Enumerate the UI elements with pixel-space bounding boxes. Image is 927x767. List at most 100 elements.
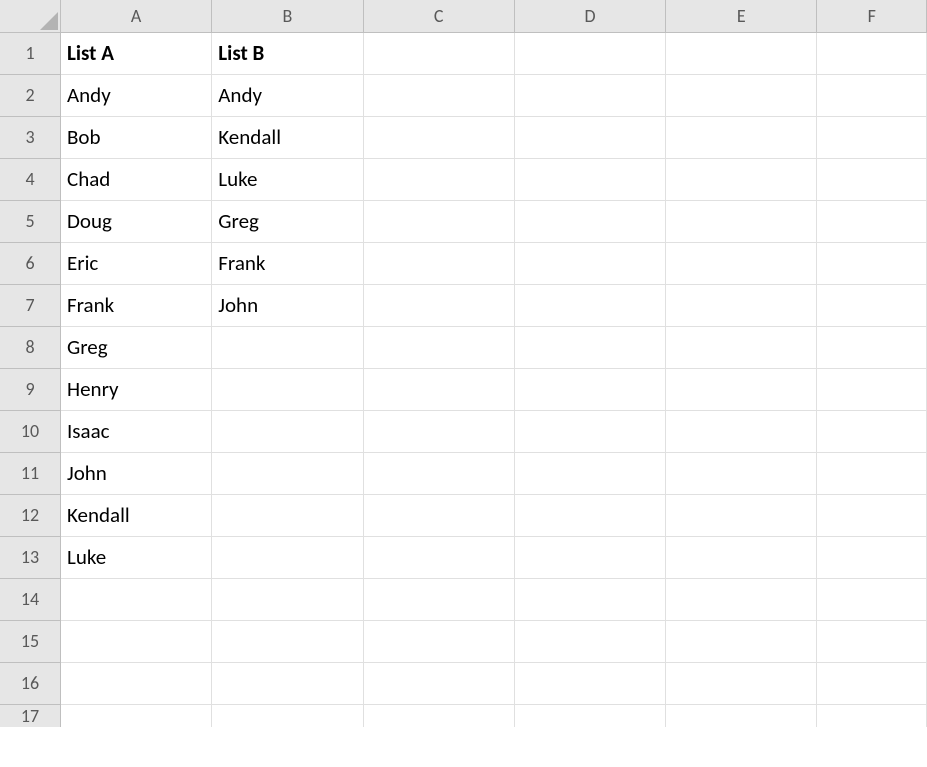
cell-E8[interactable] bbox=[666, 326, 817, 368]
col-header-B[interactable]: B bbox=[212, 0, 363, 32]
row-header-11[interactable]: 11 bbox=[0, 452, 61, 494]
cell-A4[interactable]: Chad bbox=[61, 158, 212, 200]
col-header-D[interactable]: D bbox=[514, 0, 665, 32]
select-all-corner[interactable] bbox=[0, 0, 61, 32]
row-header-3[interactable]: 3 bbox=[0, 116, 61, 158]
cell-C2[interactable] bbox=[363, 74, 514, 116]
cell-A16[interactable] bbox=[61, 662, 212, 704]
cell-F16[interactable] bbox=[817, 662, 927, 704]
col-header-F[interactable]: F bbox=[817, 0, 927, 32]
cell-F2[interactable] bbox=[817, 74, 927, 116]
cell-B4[interactable]: Luke bbox=[212, 158, 363, 200]
cell-B12[interactable] bbox=[212, 494, 363, 536]
cell-A9[interactable]: Henry bbox=[61, 368, 212, 410]
cell-C7[interactable] bbox=[363, 284, 514, 326]
row-header-12[interactable]: 12 bbox=[0, 494, 61, 536]
cell-C5[interactable] bbox=[363, 200, 514, 242]
cell-E11[interactable] bbox=[666, 452, 817, 494]
col-header-E[interactable]: E bbox=[666, 0, 817, 32]
cell-D16[interactable] bbox=[514, 662, 665, 704]
row-header-8[interactable]: 8 bbox=[0, 326, 61, 368]
cell-A6[interactable]: Eric bbox=[61, 242, 212, 284]
cell-F17[interactable] bbox=[817, 704, 927, 727]
cell-A13[interactable]: Luke bbox=[61, 536, 212, 578]
cell-C4[interactable] bbox=[363, 158, 514, 200]
cell-B15[interactable] bbox=[212, 620, 363, 662]
cell-E4[interactable] bbox=[666, 158, 817, 200]
cell-A15[interactable] bbox=[61, 620, 212, 662]
cell-D5[interactable] bbox=[514, 200, 665, 242]
cell-D3[interactable] bbox=[514, 116, 665, 158]
cell-F11[interactable] bbox=[817, 452, 927, 494]
cell-B11[interactable] bbox=[212, 452, 363, 494]
row-header-14[interactable]: 14 bbox=[0, 578, 61, 620]
cell-C16[interactable] bbox=[363, 662, 514, 704]
cell-B13[interactable] bbox=[212, 536, 363, 578]
cell-E10[interactable] bbox=[666, 410, 817, 452]
row-header-1[interactable]: 1 bbox=[0, 32, 61, 74]
cell-A1[interactable]: List A bbox=[61, 32, 212, 74]
cell-A11[interactable]: John bbox=[61, 452, 212, 494]
cell-D11[interactable] bbox=[514, 452, 665, 494]
cell-A14[interactable] bbox=[61, 578, 212, 620]
cell-D15[interactable] bbox=[514, 620, 665, 662]
cell-D1[interactable] bbox=[514, 32, 665, 74]
cell-D8[interactable] bbox=[514, 326, 665, 368]
cell-D4[interactable] bbox=[514, 158, 665, 200]
col-header-C[interactable]: C bbox=[363, 0, 514, 32]
cell-E1[interactable] bbox=[666, 32, 817, 74]
cell-C6[interactable] bbox=[363, 242, 514, 284]
row-header-16[interactable]: 16 bbox=[0, 662, 61, 704]
cell-E6[interactable] bbox=[666, 242, 817, 284]
cell-B8[interactable] bbox=[212, 326, 363, 368]
cell-F13[interactable] bbox=[817, 536, 927, 578]
cell-D14[interactable] bbox=[514, 578, 665, 620]
cell-E9[interactable] bbox=[666, 368, 817, 410]
cell-C12[interactable] bbox=[363, 494, 514, 536]
row-header-6[interactable]: 6 bbox=[0, 242, 61, 284]
row-header-2[interactable]: 2 bbox=[0, 74, 61, 116]
row-header-7[interactable]: 7 bbox=[0, 284, 61, 326]
row-header-15[interactable]: 15 bbox=[0, 620, 61, 662]
cell-C8[interactable] bbox=[363, 326, 514, 368]
cell-C10[interactable] bbox=[363, 410, 514, 452]
col-header-A[interactable]: A bbox=[61, 0, 212, 32]
cell-B16[interactable] bbox=[212, 662, 363, 704]
cell-E7[interactable] bbox=[666, 284, 817, 326]
cell-C13[interactable] bbox=[363, 536, 514, 578]
row-header-5[interactable]: 5 bbox=[0, 200, 61, 242]
cell-E15[interactable] bbox=[666, 620, 817, 662]
cell-F8[interactable] bbox=[817, 326, 927, 368]
cell-D12[interactable] bbox=[514, 494, 665, 536]
cell-B7[interactable]: John bbox=[212, 284, 363, 326]
cell-D7[interactable] bbox=[514, 284, 665, 326]
row-header-9[interactable]: 9 bbox=[0, 368, 61, 410]
cell-E16[interactable] bbox=[666, 662, 817, 704]
cell-C3[interactable] bbox=[363, 116, 514, 158]
cell-F12[interactable] bbox=[817, 494, 927, 536]
cell-A3[interactable]: Bob bbox=[61, 116, 212, 158]
cell-D10[interactable] bbox=[514, 410, 665, 452]
cell-D6[interactable] bbox=[514, 242, 665, 284]
cell-B17[interactable] bbox=[212, 704, 363, 727]
cell-A5[interactable]: Doug bbox=[61, 200, 212, 242]
cell-C1[interactable] bbox=[363, 32, 514, 74]
cell-F1[interactable] bbox=[817, 32, 927, 74]
cell-B3[interactable]: Kendall bbox=[212, 116, 363, 158]
row-header-10[interactable]: 10 bbox=[0, 410, 61, 452]
cell-B1[interactable]: List B bbox=[212, 32, 363, 74]
cell-A10[interactable]: Isaac bbox=[61, 410, 212, 452]
cell-A8[interactable]: Greg bbox=[61, 326, 212, 368]
cell-E3[interactable] bbox=[666, 116, 817, 158]
cell-E12[interactable] bbox=[666, 494, 817, 536]
cell-B10[interactable] bbox=[212, 410, 363, 452]
cell-D13[interactable] bbox=[514, 536, 665, 578]
cell-E2[interactable] bbox=[666, 74, 817, 116]
cell-C9[interactable] bbox=[363, 368, 514, 410]
spreadsheet-grid[interactable]: A B C D E F 1 List A List B 2 Andy Andy … bbox=[0, 0, 927, 727]
cell-C15[interactable] bbox=[363, 620, 514, 662]
cell-B5[interactable]: Greg bbox=[212, 200, 363, 242]
cell-B6[interactable]: Frank bbox=[212, 242, 363, 284]
cell-D17[interactable] bbox=[514, 704, 665, 727]
cell-F7[interactable] bbox=[817, 284, 927, 326]
